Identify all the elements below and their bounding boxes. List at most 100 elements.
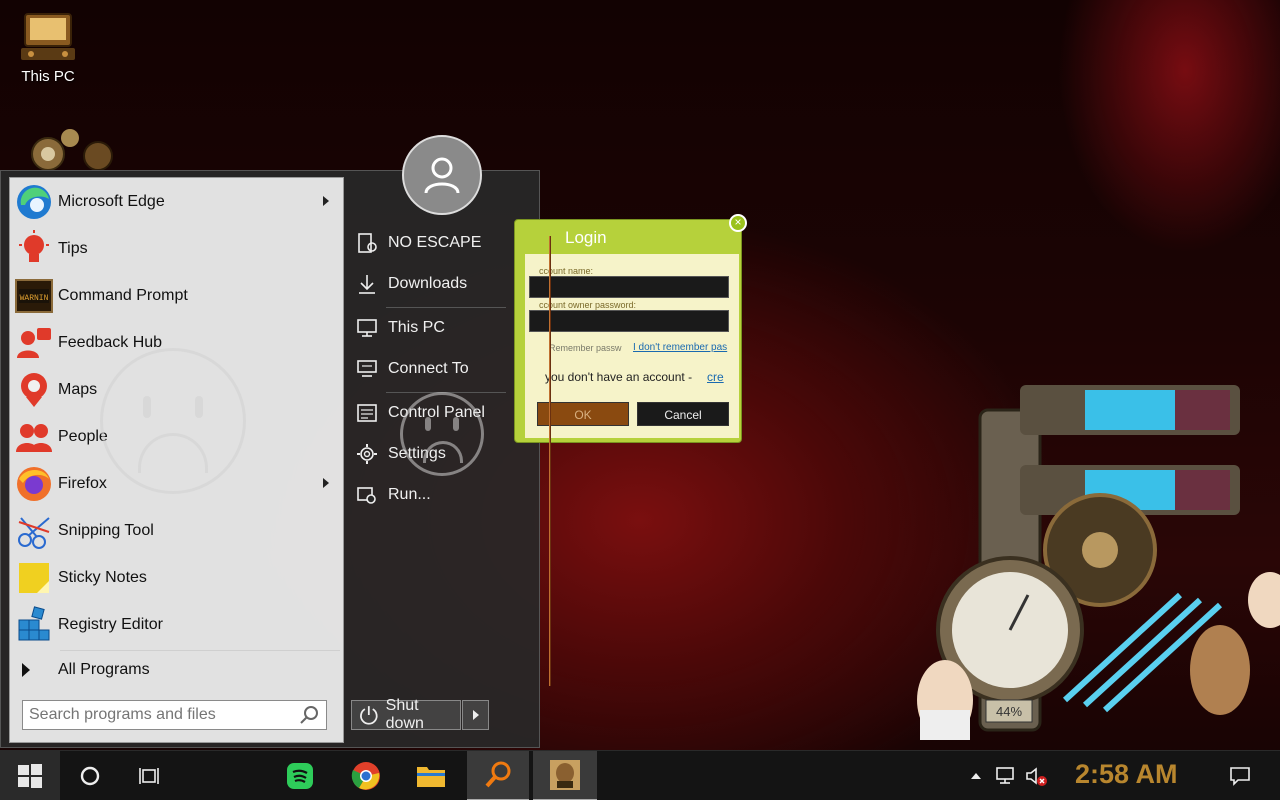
snipping-tool-icon — [14, 511, 54, 551]
password-field[interactable] — [529, 310, 729, 332]
cortana-circle-icon — [80, 766, 100, 786]
no-account-text: you don't have an account - — [545, 370, 693, 384]
all-programs-label: All Programs — [58, 661, 150, 678]
magnifier-icon — [485, 761, 511, 788]
divider — [60, 650, 340, 651]
notification-icon — [1230, 767, 1250, 786]
chrome-icon — [351, 762, 380, 790]
start-menu-programs-pane: Microsoft Edge Tips WARNIN Command Promp… — [9, 177, 344, 743]
taskbar-spotify[interactable] — [275, 751, 325, 800]
power-icon — [360, 706, 378, 725]
account-name-field[interactable] — [529, 276, 729, 298]
program-microsoft-edge[interactable]: Microsoft Edge — [10, 178, 343, 225]
program-tips[interactable]: Tips — [10, 225, 343, 272]
network-icon — [996, 767, 1014, 784]
show-hidden-icons-button[interactable] — [966, 751, 986, 800]
sad-face-icon — [400, 392, 484, 476]
download-icon — [359, 275, 375, 294]
registry-editor-icon — [14, 605, 54, 645]
search-icon[interactable] — [298, 704, 320, 726]
program-label: Command Prompt — [58, 286, 188, 304]
chevron-up-icon — [971, 773, 981, 779]
login-dialog: Login × ccount name: ccount owner passwo… — [514, 214, 747, 686]
create-account-link[interactable]: cre — [707, 370, 724, 384]
submenu-arrow-icon — [323, 478, 329, 488]
program-label: Maps — [58, 380, 98, 398]
taskbar-search-app[interactable] — [467, 751, 529, 800]
clock[interactable]: 2:58 AM — [1075, 759, 1178, 790]
submenu-arrow-icon — [323, 196, 329, 206]
program-label: Sticky Notes — [58, 568, 147, 586]
connect-icon — [357, 360, 377, 377]
program-label: Microsoft Edge — [58, 192, 165, 210]
computer-icon — [357, 319, 377, 337]
remember-label: Remember passw — [549, 343, 622, 353]
desktop-icon-label: This PC — [21, 68, 75, 85]
menu-item-no-escape[interactable]: NO ESCAPE — [356, 225, 506, 261]
expand-arrow-icon — [22, 663, 30, 677]
run-icon — [357, 487, 376, 504]
task-view-icon — [139, 768, 159, 784]
divider — [386, 307, 506, 308]
people-icon — [14, 417, 54, 457]
program-label: Registry Editor — [58, 615, 163, 633]
volume-button[interactable] — [1022, 751, 1050, 800]
user-avatar[interactable] — [402, 135, 482, 215]
menu-item-label: Run... — [388, 486, 431, 503]
control-panel-icon — [357, 404, 377, 422]
box-app-icon — [550, 760, 580, 790]
menu-item-label: Downloads — [388, 275, 468, 292]
shutdown-options-button[interactable] — [462, 700, 489, 730]
task-view-button[interactable] — [128, 751, 172, 800]
program-command-prompt[interactable]: WARNIN Command Prompt — [10, 272, 343, 319]
program-label: Feedback Hub — [58, 333, 163, 351]
program-registry-editor[interactable]: Registry Editor — [10, 601, 343, 648]
sticky-notes-icon — [14, 558, 54, 598]
folder-icon — [417, 767, 445, 787]
program-label: Snipping Tool — [58, 521, 154, 539]
taskbar-file-explorer[interactable] — [405, 751, 457, 800]
feedback-hub-icon — [14, 323, 54, 363]
user-folder-icon — [358, 233, 377, 253]
cancel-button[interactable]: Cancel — [637, 402, 729, 426]
forgot-password-link[interactable]: I don't remember pas — [633, 342, 727, 353]
search-input[interactable] — [23, 706, 298, 724]
start-button[interactable] — [0, 751, 60, 800]
spotify-icon — [287, 763, 313, 789]
menu-item-this-pc[interactable]: This PC — [356, 310, 506, 346]
command-prompt-icon: WARNIN — [14, 276, 54, 316]
computer-icon — [21, 13, 75, 60]
user-icon — [424, 157, 460, 194]
taskbar: 2:58 AM — [0, 750, 1280, 800]
sad-face-icon — [100, 348, 246, 494]
close-icon[interactable]: × — [729, 214, 747, 232]
password-label: ccount owner password: — [539, 300, 637, 310]
account-name-label: ccount name: — [539, 266, 594, 276]
cortana-button[interactable] — [70, 751, 110, 800]
steampunk-gears-icon — [31, 129, 113, 171]
program-label: Tips — [58, 239, 88, 257]
search-box[interactable] — [22, 700, 327, 730]
taskbar-box-app[interactable] — [533, 751, 597, 800]
login-title: Login — [565, 228, 607, 247]
windows-logo-icon — [18, 764, 42, 788]
firefox-icon — [14, 464, 54, 504]
volume-muted-icon — [1026, 767, 1047, 786]
all-programs-button[interactable]: All Programs — [18, 656, 150, 684]
desktop-icon-this-pc[interactable]: This PC — [8, 10, 88, 85]
program-sticky-notes[interactable]: Sticky Notes — [10, 554, 343, 601]
login-form: ccount name: ccount owner password: Reme… — [525, 254, 739, 438]
taskbar-chrome[interactable] — [340, 751, 392, 800]
menu-item-connect-to[interactable]: Connect To — [356, 351, 506, 387]
menu-item-label: This PC — [388, 319, 445, 336]
menu-item-downloads[interactable]: Downloads — [356, 266, 506, 302]
program-label: Firefox — [58, 474, 107, 492]
edge-icon — [14, 182, 54, 222]
shutdown-button[interactable]: Shut down — [351, 697, 461, 732]
maps-icon — [14, 370, 54, 410]
program-snipping-tool[interactable]: Snipping Tool — [10, 507, 343, 554]
network-status-button[interactable] — [992, 751, 1020, 800]
action-center-button[interactable] — [1220, 751, 1260, 800]
menu-item-run[interactable]: Run... — [356, 477, 506, 513]
lightbulb-icon — [14, 229, 54, 269]
